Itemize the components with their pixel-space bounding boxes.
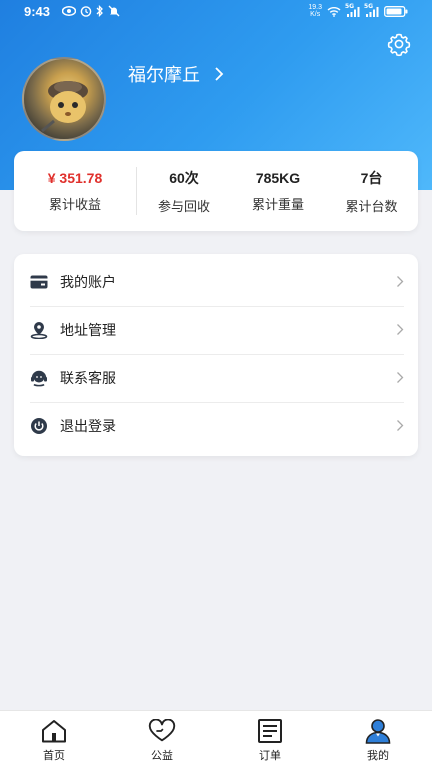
net-speed-value: 19.3 [308, 4, 322, 11]
menu-item-customer-service[interactable]: 联系客服 [30, 354, 404, 402]
chevron-right-icon [397, 324, 404, 335]
gear-icon [387, 33, 411, 57]
menu-item-label: 退出登录 [60, 419, 116, 435]
status-left-icons [62, 5, 120, 17]
signal-label-1: 5G [345, 2, 355, 10]
alarm-icon [80, 6, 92, 17]
headset-icon [30, 369, 48, 387]
bottom-tab-bar: 首页 公益 订单 我的 [0, 710, 432, 768]
heart-icon [148, 718, 176, 744]
avatar[interactable] [22, 57, 106, 141]
stat-label: 累计收益 [48, 197, 101, 213]
stat-value: 60次 [169, 169, 199, 186]
stat-value: ¥ 351.78 [47, 169, 103, 186]
menu-card: 我的账户 地址管理 联系客服 退出登录 [14, 254, 418, 456]
stat-label: 累计重量 [251, 197, 304, 213]
signal-label-2: 5G [364, 2, 374, 10]
profile-name-link[interactable]: 福尔摩丘 [128, 61, 224, 87]
tab-mine[interactable]: 我的 [324, 711, 432, 768]
battery-icon [384, 5, 408, 17]
chevron-right-icon [397, 276, 404, 287]
order-list-icon [256, 718, 284, 744]
net-speed: 19.3 K/s [308, 4, 322, 18]
status-time: 9:43 [24, 4, 51, 19]
tab-label: 首页 [43, 749, 65, 762]
stat-value: 7台 [360, 169, 383, 186]
tab-home[interactable]: 首页 [0, 711, 108, 768]
settings-button[interactable] [386, 31, 412, 57]
menu-item-logout[interactable]: 退出登录 [30, 402, 404, 450]
username: 福尔摩丘 [128, 65, 200, 86]
stat-total-weight[interactable]: 785KG 累计重量 [231, 151, 325, 231]
home-icon [40, 718, 68, 744]
tab-label: 公益 [151, 749, 173, 762]
bluetooth-icon [96, 5, 103, 17]
stat-value: 785KG [255, 169, 301, 186]
tab-label: 我的 [367, 749, 389, 762]
stat-label: 参与回收 [157, 199, 210, 215]
chevron-right-icon [397, 420, 404, 431]
menu-item-label: 我的账户 [60, 275, 116, 291]
stat-label: 累计台数 [345, 199, 398, 215]
tab-label: 订单 [259, 749, 281, 762]
menu-item-label: 地址管理 [60, 323, 116, 339]
stat-recycle-count[interactable]: 60次 参与回收 [137, 151, 231, 231]
menu-item-address[interactable]: 地址管理 [30, 306, 404, 354]
tab-orders[interactable]: 订单 [216, 711, 324, 768]
power-icon [30, 417, 48, 435]
eye-icon [62, 6, 76, 16]
net-speed-unit: K/s [310, 11, 321, 18]
tab-charity[interactable]: 公益 [108, 711, 216, 768]
mute-bell-icon [108, 5, 120, 17]
wifi-icon [327, 6, 341, 17]
user-icon [364, 718, 392, 744]
status-bar: 9:43 19.3 K/s 5G 5G [0, 0, 432, 24]
wallet-icon [30, 273, 48, 291]
status-right-icons: 19.3 K/s 5G 5G [308, 2, 408, 18]
menu-item-my-account[interactable]: 我的账户 [30, 258, 404, 306]
chevron-right-icon [215, 67, 224, 81]
stat-total-units[interactable]: 7台 累计台数 [325, 151, 418, 231]
menu-item-label: 联系客服 [60, 371, 116, 387]
chevron-right-icon [397, 372, 404, 383]
location-pin-icon [30, 321, 48, 339]
stats-card: ¥ 351.78 累计收益 60次 参与回收 785KG 累计重量 7台 累计台… [14, 151, 418, 231]
stat-total-earnings[interactable]: ¥ 351.78 累计收益 [14, 151, 136, 231]
avatar-image-icon [41, 81, 88, 133]
